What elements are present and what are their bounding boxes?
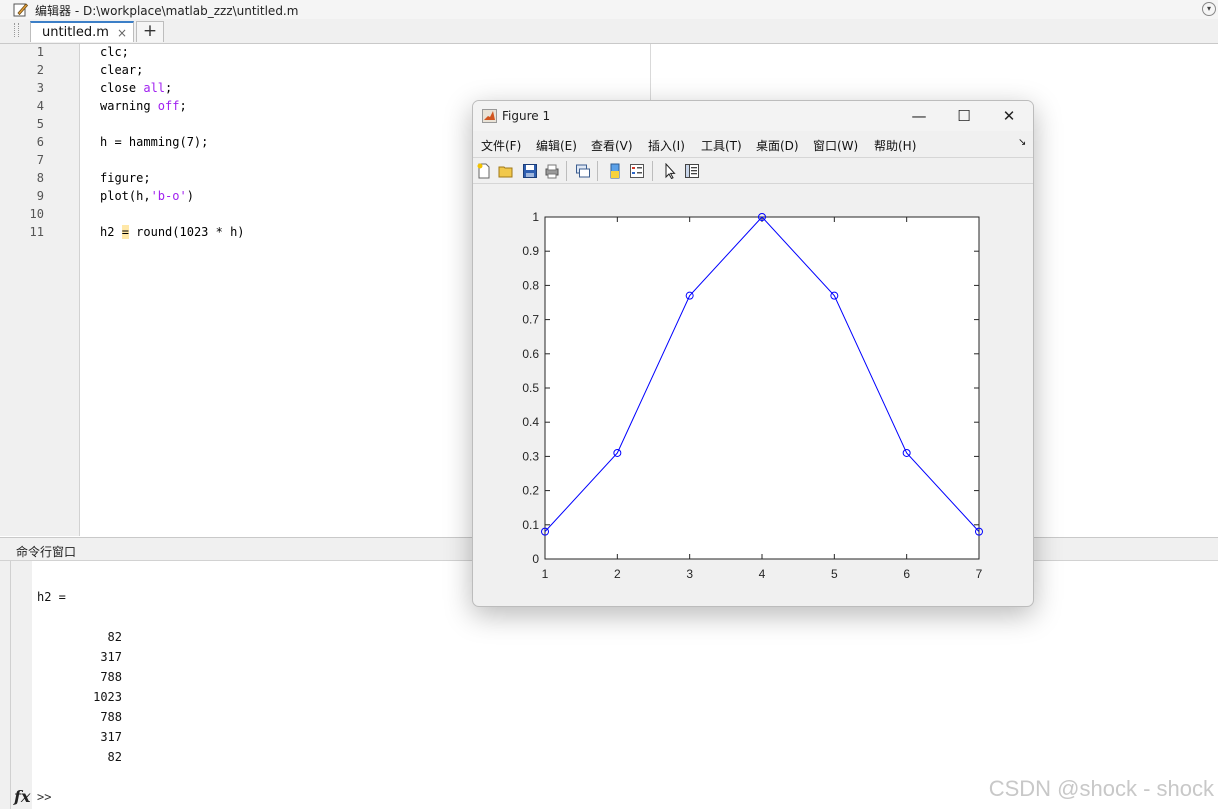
output-variable-line: h2 = xyxy=(37,590,66,604)
editor-menu-chevron-icon[interactable]: ▾ xyxy=(1202,2,1216,16)
code-line[interactable]: figure; xyxy=(100,171,151,185)
editor-titlebar: 编辑器 - D:\workplace\matlab_zzz\untitled.m… xyxy=(0,0,1218,20)
editor-title: 编辑器 - D:\workplace\matlab_zzz\untitled.m xyxy=(35,4,299,18)
figure-titlebar[interactable]: Figure 1 — ☐ ✕ xyxy=(473,101,1033,131)
plot-canvas[interactable]: 0 0.1 0.2 0.3 0.4 0.5 0.6 0.7 0.8 0.9 1 1 2 3 4 5 6 7 xyxy=(473,185,1033,605)
edit-plot-arrow-icon[interactable] xyxy=(662,163,678,179)
x-tick-label: 5 xyxy=(831,567,838,581)
line-number: 6 xyxy=(36,135,44,149)
menu-window[interactable]: 窗口(W) xyxy=(813,137,858,154)
y-tick-label: 0.3 xyxy=(522,449,539,463)
code-line[interactable]: h = hamming(7); xyxy=(100,135,208,149)
print-icon[interactable] xyxy=(544,163,560,179)
code-line[interactable]: clc; xyxy=(100,45,129,59)
menu-view[interactable]: 查看(V) xyxy=(591,137,633,154)
tab-close-icon[interactable]: × xyxy=(117,26,127,40)
menu-insert[interactable]: 插入(I) xyxy=(648,137,685,154)
property-inspector-icon[interactable] xyxy=(684,163,700,179)
line-number: 10 xyxy=(29,207,44,221)
menu-edit[interactable]: 编辑(E) xyxy=(536,137,577,154)
figure-menubar: 文件(F) 编辑(E) 查看(V) 插入(I) 工具(T) 桌面(D) 窗口(W… xyxy=(473,131,1033,157)
new-tab-button[interactable]: + xyxy=(136,21,164,42)
y-tick-label: 1 xyxy=(532,210,539,224)
matlab-logo-icon xyxy=(482,109,497,123)
y-tick-label: 0.7 xyxy=(522,313,539,327)
line-number: 5 xyxy=(36,117,44,131)
minimize-button[interactable]: — xyxy=(897,105,941,127)
x-tick-label: 7 xyxy=(976,567,983,581)
y-tick-label: 0.5 xyxy=(522,381,539,395)
menu-tools[interactable]: 工具(T) xyxy=(701,137,742,154)
figure-title: Figure 1 xyxy=(502,109,551,123)
line-number: 9 xyxy=(36,189,44,203)
command-prompt[interactable]: >> xyxy=(37,790,51,804)
code-line[interactable]: h2 = round(1023 * h) xyxy=(100,225,245,239)
line-number: 11 xyxy=(29,225,44,239)
toolbar-separator xyxy=(652,161,653,181)
line-number: 3 xyxy=(36,81,44,95)
line-number: 8 xyxy=(36,171,44,185)
output-value: 788 xyxy=(100,670,122,684)
save-icon[interactable] xyxy=(522,163,538,179)
output-value: 317 xyxy=(100,730,122,744)
output-value: 82 xyxy=(107,750,122,764)
y-tick-label: 0.1 xyxy=(522,518,539,532)
x-tick-label: 6 xyxy=(903,567,910,581)
tabstrip-grip-icon[interactable] xyxy=(14,23,19,37)
link-plot-icon[interactable] xyxy=(575,163,591,179)
menu-help[interactable]: 帮助(H) xyxy=(874,137,916,154)
command-window-gutter xyxy=(0,561,32,809)
tab-label: untitled.m xyxy=(42,25,109,40)
editor-tabstrip: untitled.m × + xyxy=(0,19,1218,44)
x-tick-label: 3 xyxy=(686,567,693,581)
menu-desktop[interactable]: 桌面(D) xyxy=(756,137,799,154)
toolbar-separator xyxy=(597,161,598,181)
maximize-button[interactable]: ☐ xyxy=(942,105,986,127)
output-value: 317 xyxy=(100,650,122,664)
x-tick-label: 1 xyxy=(542,567,549,581)
new-figure-icon[interactable] xyxy=(476,163,492,179)
insert-legend-icon[interactable] xyxy=(629,163,645,179)
open-file-icon[interactable] xyxy=(498,163,514,179)
toolbar-separator xyxy=(566,161,567,181)
y-tick-label: 0 xyxy=(532,552,539,566)
x-tick-label: 4 xyxy=(759,567,766,581)
y-tick-label: 0.8 xyxy=(522,278,539,292)
fx-function-browser-icon[interactable]: fx xyxy=(14,787,30,806)
line-number: 7 xyxy=(36,153,44,167)
code-line[interactable]: warning off; xyxy=(100,99,187,113)
menu-file[interactable]: 文件(F) xyxy=(481,137,521,154)
output-value: 1023 xyxy=(93,690,122,704)
insert-colorbar-icon[interactable] xyxy=(607,163,623,179)
line-number: 4 xyxy=(36,99,44,113)
tab-untitled-m[interactable]: untitled.m × xyxy=(30,21,134,42)
figure-window[interactable]: Figure 1 — ☐ ✕ 文件(F) 编辑(E) 查看(V) 插入(I) 工… xyxy=(472,100,1034,607)
y-tick-label: 0.2 xyxy=(522,484,539,498)
command-window-title: 命令行窗口 xyxy=(16,545,77,559)
figure-toolbar xyxy=(473,157,1033,184)
y-tick-label: 0.6 xyxy=(522,347,539,361)
y-tick-label: 0.4 xyxy=(522,415,539,429)
line-number: 2 xyxy=(36,63,44,77)
code-line[interactable]: clear; xyxy=(100,63,143,77)
output-value: 82 xyxy=(107,630,122,644)
output-value: 788 xyxy=(100,710,122,724)
watermark: CSDN @shock - shock xyxy=(988,776,1214,801)
x-tick-label: 2 xyxy=(614,567,621,581)
close-button[interactable]: ✕ xyxy=(987,105,1031,127)
code-line[interactable]: close all; xyxy=(100,81,172,95)
axes-box xyxy=(544,216,980,560)
line-number: 1 xyxy=(36,45,44,59)
code-line[interactable]: plot(h,'b-o') xyxy=(100,189,194,203)
editor-pencil-icon xyxy=(13,3,28,17)
menu-overflow-icon[interactable]: ↘ xyxy=(1018,137,1026,148)
y-tick-label: 0.9 xyxy=(522,244,539,258)
